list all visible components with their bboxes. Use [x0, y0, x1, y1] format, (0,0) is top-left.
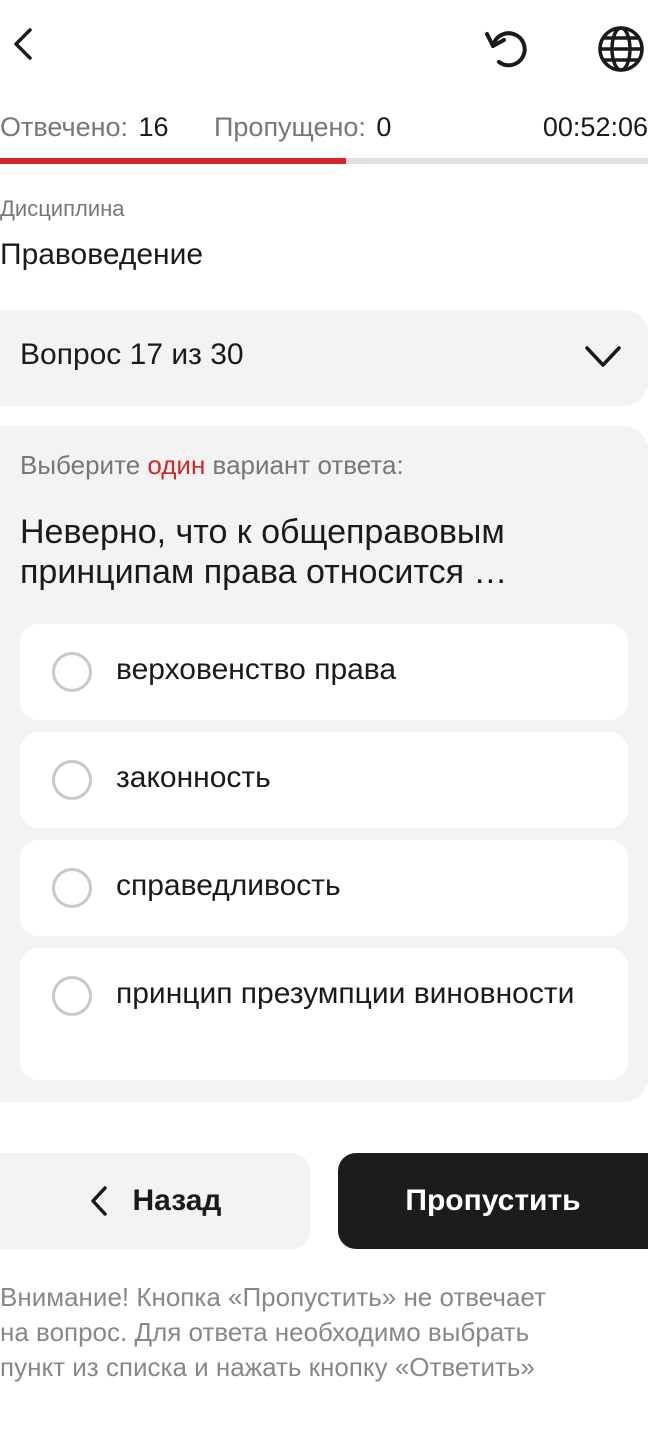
instruction-accent: один — [147, 450, 206, 480]
answer-option-1[interactable]: верховенство права — [20, 624, 628, 720]
back-nav-label: Назад — [132, 1184, 222, 1217]
skipped-value: 0 — [376, 112, 392, 142]
option-label: принцип презумпции виновности — [116, 977, 575, 1010]
skipped-stat: Пропущено: 0 — [214, 112, 391, 143]
option-label: справедливость — [116, 869, 341, 902]
chevron-down-icon — [584, 344, 622, 375]
instruction-text-end: вариант ответа: — [205, 450, 404, 480]
radio-button[interactable] — [52, 868, 92, 908]
answer-option-4[interactable]: принцип презумпции виновности — [20, 948, 628, 1080]
skip-button[interactable]: Пропустить — [338, 1153, 648, 1249]
skipped-label: Пропущено: — [214, 112, 366, 142]
skip-label: Пропустить — [405, 1184, 581, 1217]
option-label: законность — [116, 761, 271, 794]
progress-fill — [0, 158, 346, 164]
radio-button[interactable] — [52, 760, 92, 800]
reset-button[interactable] — [480, 22, 534, 76]
question-selector-label: Вопрос 17 из 30 — [20, 338, 244, 371]
chevron-left-icon — [89, 1185, 109, 1217]
timer: 00:52:06 — [542, 112, 648, 142]
notice-text: Внимание! Кнопка «Пропустить» не отвечае… — [0, 1282, 546, 1382]
question-card: Выберите один вариант ответа: Неверно, ч… — [0, 426, 648, 1102]
radio-button[interactable] — [52, 652, 92, 692]
question-selector[interactable]: Вопрос 17 из 30 — [0, 310, 648, 406]
globe-icon — [598, 26, 644, 72]
answer-option-3[interactable]: справедливость — [20, 840, 628, 936]
language-button[interactable] — [594, 22, 648, 76]
question-text: Неверно, что к общеправовым принципам пр… — [20, 513, 508, 591]
back-button[interactable] — [0, 22, 44, 66]
answered-stat: Отвечено: 16 — [0, 112, 169, 143]
refresh-icon — [485, 31, 527, 68]
answer-option-2[interactable]: законность — [20, 732, 628, 828]
answer-instruction: Выберите один вариант ответа: — [20, 450, 404, 481]
discipline-value: Правоведение — [0, 238, 204, 271]
instruction-text: Выберите — [20, 450, 148, 480]
discipline-label: Дисциплина — [0, 196, 125, 221]
radio-button[interactable] — [52, 976, 92, 1016]
chevron-left-icon — [14, 28, 32, 60]
answered-label: Отвечено: — [0, 112, 129, 142]
progress-bar — [0, 158, 648, 164]
option-label: верховенство права — [116, 653, 397, 686]
back-nav-button[interactable]: Назад — [0, 1153, 310, 1249]
answered-value: 16 — [138, 112, 169, 142]
